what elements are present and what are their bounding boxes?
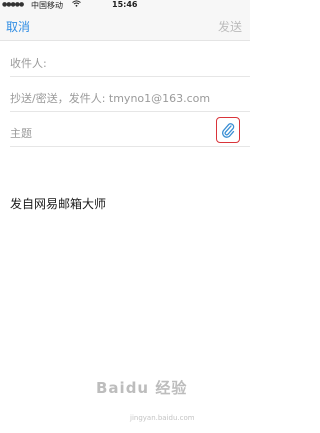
divider (10, 76, 250, 77)
send-button[interactable]: 发送 (218, 18, 242, 35)
compose-nav-bar: 取消 发送 (0, 10, 250, 41)
email-signature[interactable]: 发自网易邮箱大师 (10, 195, 106, 212)
subject-placeholder: 主题 (10, 127, 32, 140)
recipient-field[interactable]: 收件人: (0, 45, 250, 77)
attachment-button[interactable] (216, 117, 240, 143)
recipient-label: 收件人: (10, 57, 47, 70)
wifi-icon (72, 0, 81, 9)
subject-field[interactable]: 主题 (0, 115, 250, 147)
divider (10, 111, 250, 112)
baidu-watermark-url: jingyan.baidu.com (130, 414, 195, 422)
paperclip-icon (222, 123, 235, 138)
baidu-watermark-logo: Baidu 经验 (96, 379, 188, 397)
divider (10, 146, 250, 147)
cancel-button[interactable]: 取消 (6, 18, 30, 35)
signal-strength-icon: ●●●●● (2, 1, 24, 8)
cc-bcc-sender-field[interactable]: 抄送/密送，发件人: tmyno1@163.com (0, 80, 250, 112)
cc-bcc-sender-label: 抄送/密送，发件人: tmyno1@163.com (10, 92, 211, 105)
status-bar: ●●●●● 中国移动 15:46 (0, 0, 250, 10)
status-time: 15:46 (112, 0, 138, 9)
